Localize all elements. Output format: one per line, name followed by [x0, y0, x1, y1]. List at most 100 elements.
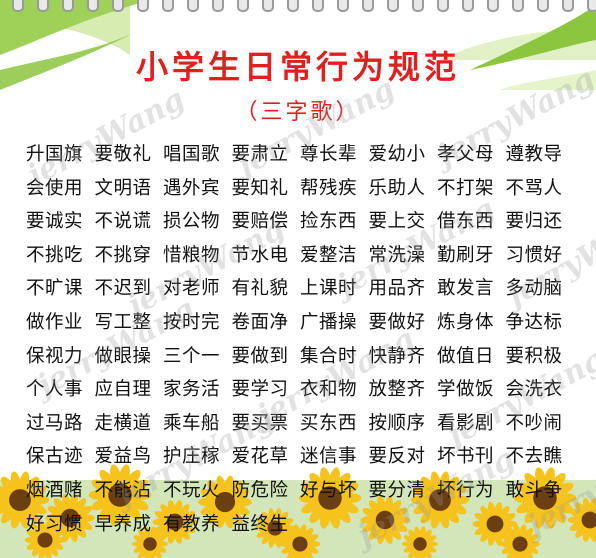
binder-ring — [562, 0, 574, 12]
rule-phrase: 不骂人 — [505, 177, 563, 199]
rule-phrase: 家务活 — [163, 379, 221, 401]
rule-phrase: 帮残疾 — [300, 177, 358, 199]
rule-phrase: 广播操 — [300, 311, 358, 333]
rule-phrase: 烟酒赌 — [26, 479, 84, 501]
rule-phrase — [437, 508, 506, 542]
rule-phrase: 乘车船 — [163, 412, 221, 434]
rule-phrase: 文明语 — [94, 177, 152, 199]
rule-phrase: 爱益鸟 — [94, 446, 152, 468]
rule-phrase — [506, 508, 575, 542]
rule-phrase: 常洗澡 — [368, 244, 426, 266]
rule-phrase: 快静齐 — [368, 345, 426, 367]
rule-phrase: 做眼操 — [94, 345, 152, 367]
rule-phrase: 要知礼 — [231, 177, 289, 199]
rule-phrase: 防危险 — [231, 479, 289, 501]
rule-phrase: 要积极 — [505, 345, 563, 367]
rule-phrase: 敢发言 — [437, 278, 495, 300]
binder-ring — [487, 0, 499, 12]
binder-ring — [137, 0, 149, 12]
rules-grid: 升国旗 要敬礼 唱国歌 要肃立 尊长辈 爱幼小 孝父母 遵教导会使用 文明语 遇外宾 要知礼 帮残疾乐… — [26, 138, 574, 541]
rule-phrase: 有礼貌 — [231, 278, 289, 300]
binder-ring — [337, 0, 349, 12]
rule-phrase — [300, 508, 369, 542]
rule-phrase: 爱幼小 — [368, 144, 426, 165]
rule-phrase: 迷信事 — [300, 446, 358, 468]
rule-phrase: 遇外宾 — [163, 177, 221, 199]
rule-phrase: 要赔偿 — [231, 211, 289, 233]
rule-phrase: 多动脑 — [505, 278, 563, 300]
rule-phrase: 应自理 — [94, 379, 152, 401]
binder-ring — [312, 0, 324, 12]
rule-phrase: 写工整 — [94, 311, 152, 333]
rule-phrase: 乐助人 — [368, 177, 426, 199]
rule-phrase: 要敬礼 — [94, 144, 152, 165]
rule-phrase: 按时完 — [163, 311, 221, 333]
binder-ring — [512, 0, 524, 12]
rule-phrase: 走横道 — [94, 412, 152, 434]
rule-phrase: 学做饭 — [437, 379, 495, 401]
rule-phrase: 衣和物 — [300, 379, 358, 401]
rule-phrase: 放整齐 — [368, 379, 426, 401]
binder-ring — [112, 0, 124, 12]
rule-phrase: 要做到 — [231, 345, 289, 367]
poster-subtitle: （三字歌） — [235, 100, 361, 125]
binder-ring — [87, 0, 99, 12]
binder-ring — [37, 0, 49, 12]
rule-phrase: 好与坏 — [300, 479, 358, 501]
rule-phrase: 不去瞧 — [505, 446, 563, 468]
rule-phrase: 早养成 — [94, 513, 152, 535]
rule-phrase: 不打架 — [437, 177, 495, 199]
rule-phrase: 坏行为 — [437, 479, 495, 501]
rule-phrase: 益终生 — [231, 513, 289, 535]
rule-phrase: 要学习 — [231, 379, 289, 401]
rule-phrase: 有教养 — [163, 513, 221, 535]
rule-phrase: 要分清 — [368, 479, 426, 501]
rule-phrase: 买东西 — [300, 412, 358, 434]
rule-phrase: 爱花草 — [231, 446, 289, 468]
rule-phrase: 上课时 — [300, 278, 358, 300]
binder-ring — [212, 0, 224, 12]
rule-phrase: 遵教导 — [505, 144, 563, 165]
rule-phrase: 不挑穿 — [94, 244, 152, 266]
rule-phrase: 争达标 — [505, 311, 563, 333]
rule-phrase: 不说谎 — [94, 211, 152, 233]
rule-phrase: 唱国歌 — [163, 144, 221, 165]
rule-phrase: 不玩火 — [163, 479, 221, 501]
rule-phrase: 会使用 — [26, 177, 84, 199]
rule-phrase: 卷面净 — [231, 311, 289, 333]
rule-phrase: 要买票 — [231, 412, 289, 434]
rule-phrase: 孝父母 — [437, 144, 495, 165]
rule-phrase: 三个一 — [163, 345, 221, 367]
binder-ring — [262, 0, 274, 12]
rule-phrase: 敢斗争 — [505, 479, 563, 501]
rule-phrase: 做值日 — [437, 345, 495, 367]
rule-phrase: 要反对 — [368, 446, 426, 468]
rule-phrase: 节水电 — [231, 244, 289, 266]
rule-phrase: 借东西 — [437, 211, 495, 233]
poster-title: 小学生日常行为规范 — [135, 48, 460, 86]
rule-phrase: 好习惯 — [26, 513, 84, 535]
rule-phrase: 用品齐 — [368, 278, 426, 300]
rule-phrase: 个人事 — [26, 379, 84, 401]
rule-phrase: 不挑吃 — [26, 244, 84, 266]
binder-ring — [412, 0, 424, 12]
rule-phrase: 看影剧 — [437, 412, 495, 434]
rule-phrase: 会洗衣 — [505, 379, 563, 401]
rule-phrase: 不旷课 — [26, 278, 84, 300]
rule-phrase: 尊长辈 — [300, 144, 358, 165]
binder-ring — [12, 0, 24, 12]
rule-phrase: 炼身体 — [437, 311, 495, 333]
binder-ring — [587, 0, 596, 12]
rule-phrase: 惜粮物 — [163, 244, 221, 266]
rule-phrase: 集合时 — [300, 345, 358, 367]
rule-phrase: 不吵闹 — [505, 412, 563, 434]
rule-phrase — [369, 508, 438, 542]
binder-ring — [162, 0, 174, 12]
binder-ring — [387, 0, 399, 12]
rule-phrase: 升国旗 — [26, 144, 84, 165]
rule-phrase: 损公物 — [163, 211, 221, 233]
rule-phrase: 做作业 — [26, 311, 84, 333]
rule-phrase: 要肃立 — [231, 144, 289, 165]
binder-ring — [62, 0, 74, 12]
rule-phrase: 按顺序 — [368, 412, 426, 434]
